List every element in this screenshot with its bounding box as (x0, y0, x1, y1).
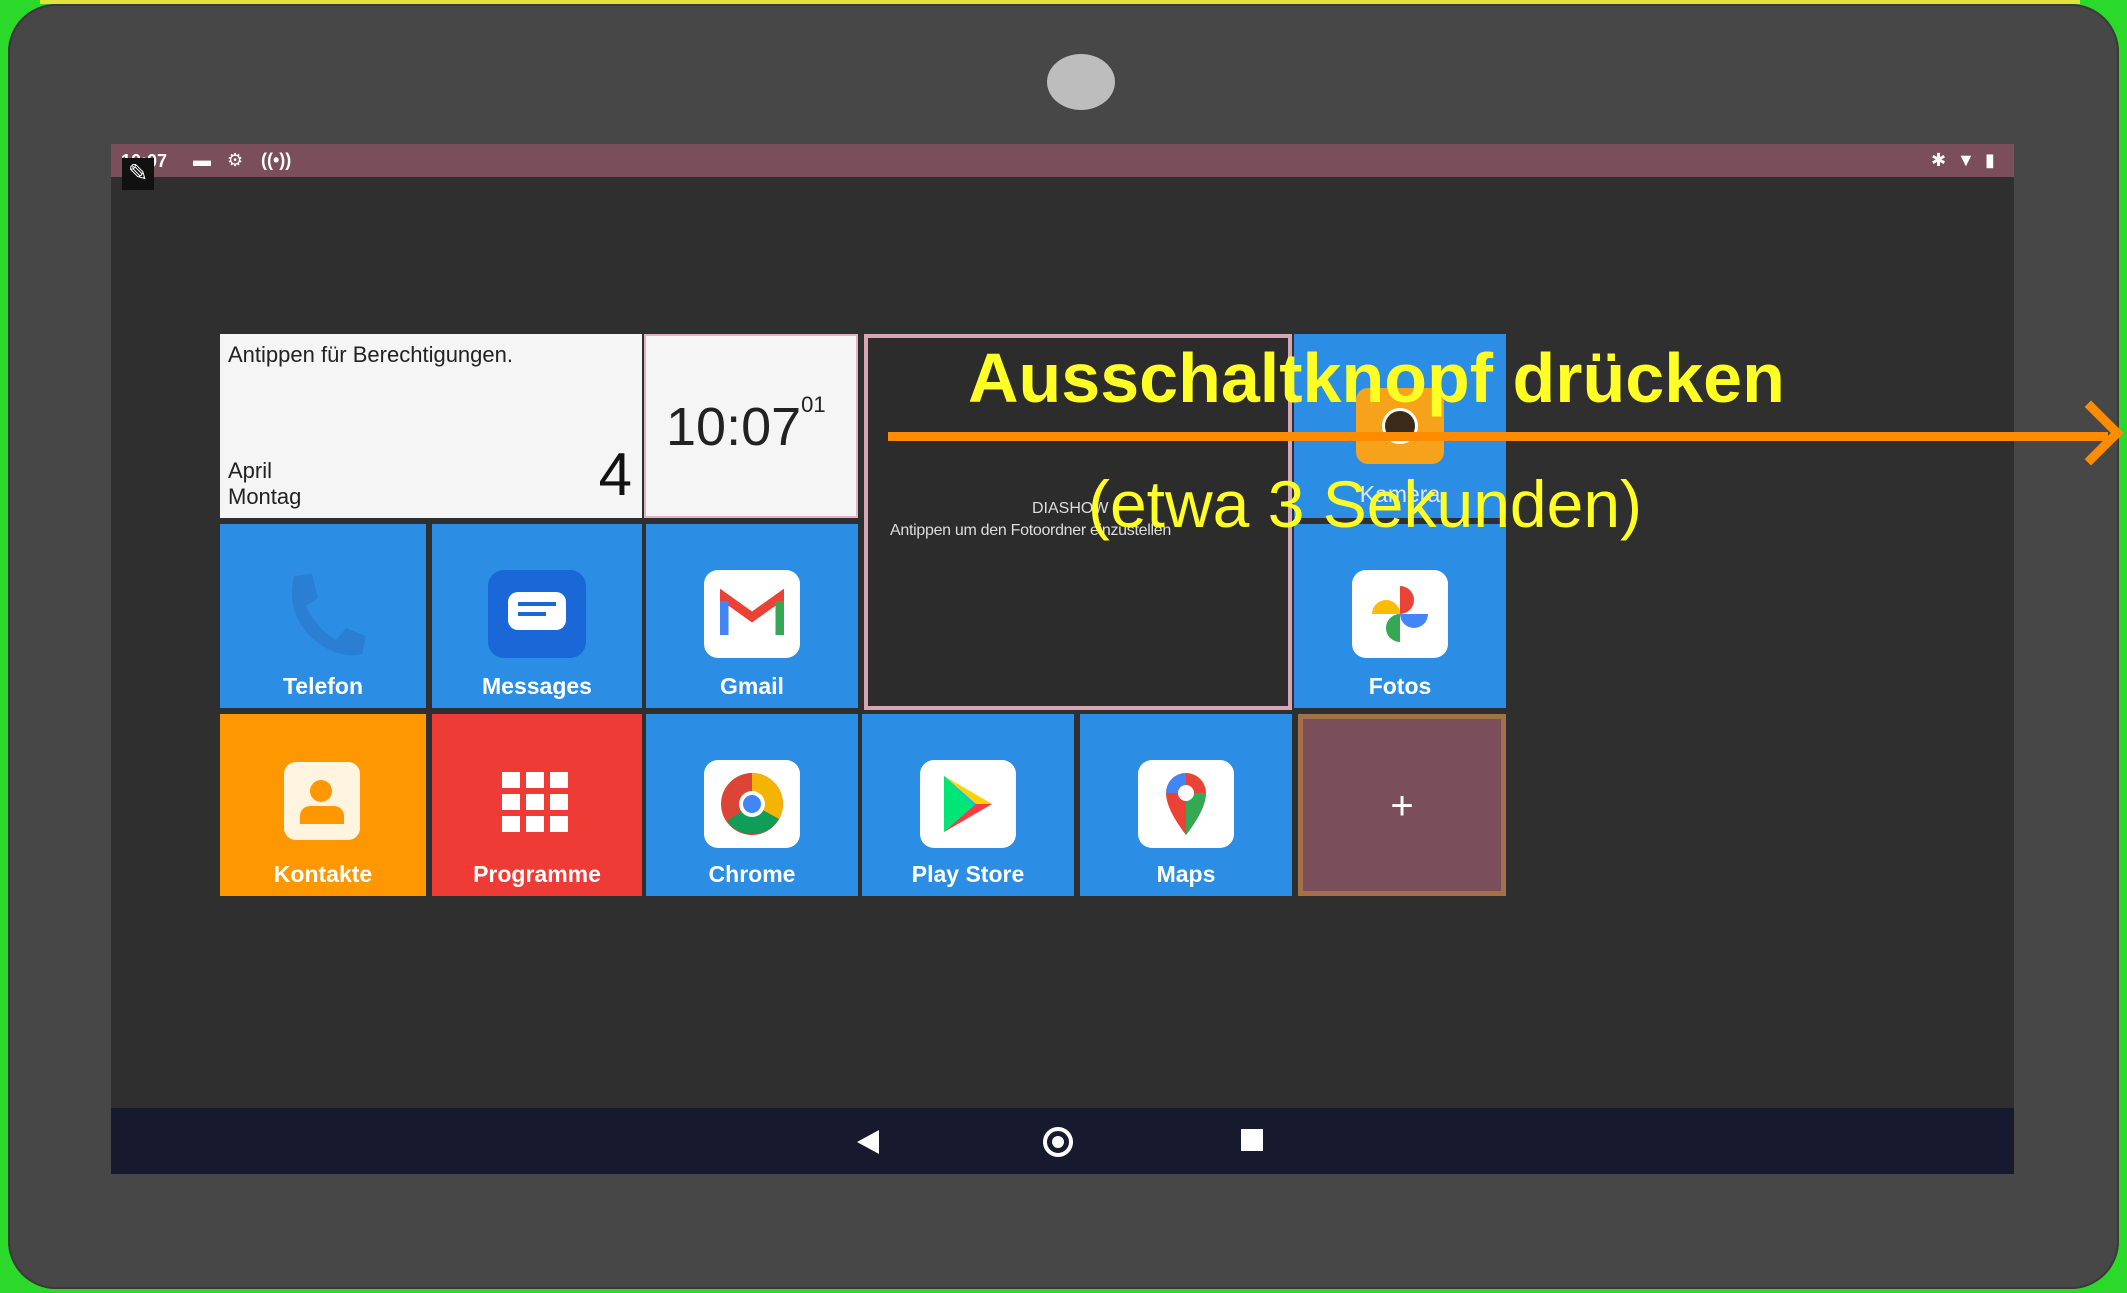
app-label-playstore: Play Store (911, 861, 1025, 887)
app-tile-telefon[interactable]: Telefon (220, 524, 426, 708)
app-label-fotos: Fotos (1368, 673, 1432, 699)
front-camera (1047, 54, 1115, 110)
app-tile-messages[interactable]: Messages (432, 524, 642, 708)
annotation-title: Ausschaltknopf drücken (968, 339, 1785, 417)
image-notification-icon: ▬ (193, 150, 211, 170)
calendar-tile[interactable]: Antippen für Berechtigungen. April Monta… (220, 334, 642, 518)
battery-icon: ▮ (1985, 150, 1995, 170)
clock-tile[interactable]: 10:0701 (644, 334, 858, 518)
gmail-app-icon (704, 570, 800, 658)
app-label-maps: Maps (1156, 861, 1216, 887)
annotation-arrow-line (888, 432, 2108, 441)
maps-app-icon (1138, 760, 1234, 848)
phone-icon (291, 574, 366, 656)
status-bar: 10:07 ▬ ⚙ ((•)) ✱ ▼ ▮ (111, 144, 2014, 177)
calendar-hint: Antippen für Berechtigungen. (228, 342, 513, 367)
recents-button[interactable] (1241, 1129, 1263, 1151)
app-label-telefon: Telefon (282, 673, 364, 699)
clock-seconds: 01 (801, 392, 826, 417)
add-tile-button[interactable]: + (1298, 714, 1506, 896)
chrome-app-icon (704, 760, 800, 848)
app-label-messages: Messages (482, 673, 592, 699)
clock-hours-minutes: 10:07 (666, 397, 802, 457)
messages-app-icon (488, 570, 586, 658)
cast-notification-icon: ((•)) (261, 150, 292, 170)
app-label-chrome: Chrome (708, 861, 796, 887)
calendar-date-text: April Montag (228, 458, 301, 510)
google-photos-icon (1352, 570, 1448, 658)
plus-icon: + (1390, 784, 1414, 828)
clock-time: 10:0701 (666, 392, 826, 458)
wifi-icon: ▼ (1957, 150, 1975, 170)
edit-pencil-icon[interactable]: ✎ (122, 158, 154, 190)
calendar-day: 4 (598, 441, 632, 508)
calendar-weekday: Montag (228, 484, 302, 509)
app-tile-playstore[interactable]: Play Store (862, 714, 1074, 896)
app-tile-maps[interactable]: Maps (1080, 714, 1292, 896)
annotation-subtitle: (etwa 3 Sekunden) (1088, 467, 1643, 541)
app-grid-icon (502, 772, 572, 832)
app-tile-fotos[interactable]: Fotos (1294, 524, 1506, 708)
app-label-gmail: Gmail (720, 673, 784, 699)
app-label-programme: Programme (473, 861, 601, 887)
app-label-kontakte: Kontakte (273, 861, 373, 887)
app-tile-gmail[interactable]: Gmail (646, 524, 858, 708)
app-tile-programme[interactable]: Programme (432, 714, 642, 896)
contacts-app-icon (284, 762, 360, 840)
home-button[interactable] (1043, 1127, 1073, 1157)
app-tile-chrome[interactable]: Chrome (646, 714, 858, 896)
settings-notification-icon: ⚙ (227, 150, 244, 170)
navigation-bar (111, 1108, 2014, 1174)
back-button[interactable] (857, 1130, 879, 1154)
bluetooth-icon: ✱ (1931, 150, 1947, 170)
calendar-month: April (228, 458, 273, 483)
play-store-icon (920, 760, 1016, 848)
app-tile-kontakte[interactable]: Kontakte (220, 714, 426, 896)
